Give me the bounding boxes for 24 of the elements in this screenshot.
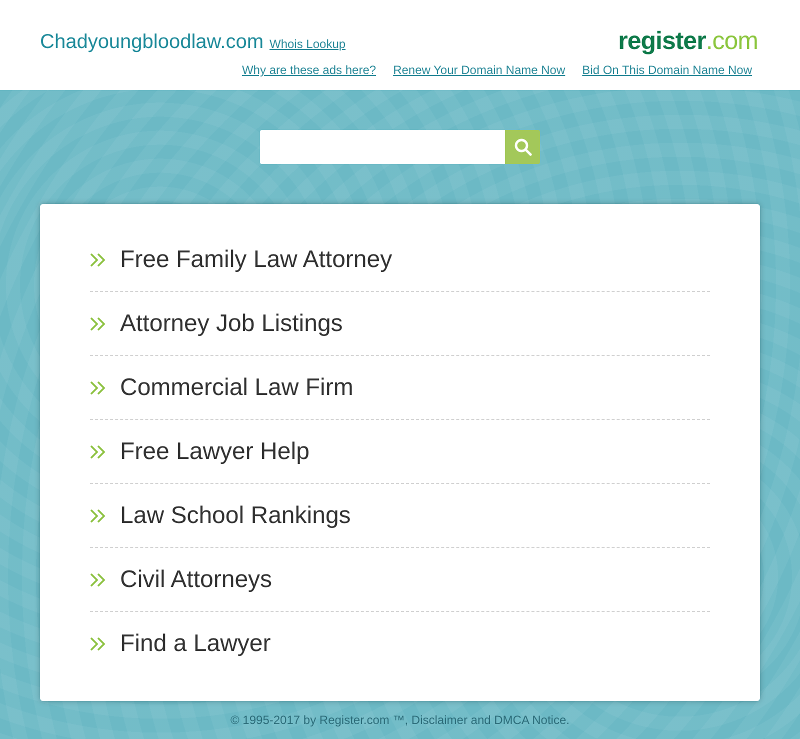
double-chevron-icon — [90, 572, 106, 586]
search-button[interactable] — [505, 130, 540, 164]
result-link[interactable]: Law School Rankings — [90, 484, 710, 548]
result-link[interactable]: Commercial Law Firm — [90, 356, 710, 420]
copyright-text: © 1995-2017 by Register.com ™, Disclaimer and DMCA Notice. — [230, 713, 570, 727]
header-link[interactable]: Renew Your Domain Name Now — [393, 63, 566, 78]
double-chevron-icon — [90, 380, 106, 394]
result-link[interactable]: Free Lawyer Help — [90, 420, 710, 484]
double-chevron-icon — [90, 444, 106, 458]
search-icon — [514, 138, 532, 156]
header-link[interactable]: Bid On This Domain Name Now — [582, 63, 752, 78]
register-logo[interactable]: register.com — [618, 27, 758, 55]
result-link[interactable]: Civil Attorneys — [90, 548, 710, 612]
header-link[interactable]: Why are these ads here? — [242, 63, 376, 78]
search-field[interactable] — [260, 130, 505, 164]
double-chevron-icon — [90, 252, 106, 266]
double-chevron-icon — [90, 316, 106, 330]
domain-title: Chadyoungbloodlaw.com — [40, 30, 264, 55]
double-chevron-icon — [90, 637, 106, 651]
result-link[interactable]: Free Family Law Attorney — [90, 228, 710, 292]
result-link[interactable]: Attorney Job Listings — [90, 292, 710, 356]
whois-lookup-link[interactable]: Whois Lookup — [270, 37, 346, 51]
result-link[interactable]: Find a Lawyer — [90, 612, 710, 676]
double-chevron-icon — [90, 508, 106, 522]
